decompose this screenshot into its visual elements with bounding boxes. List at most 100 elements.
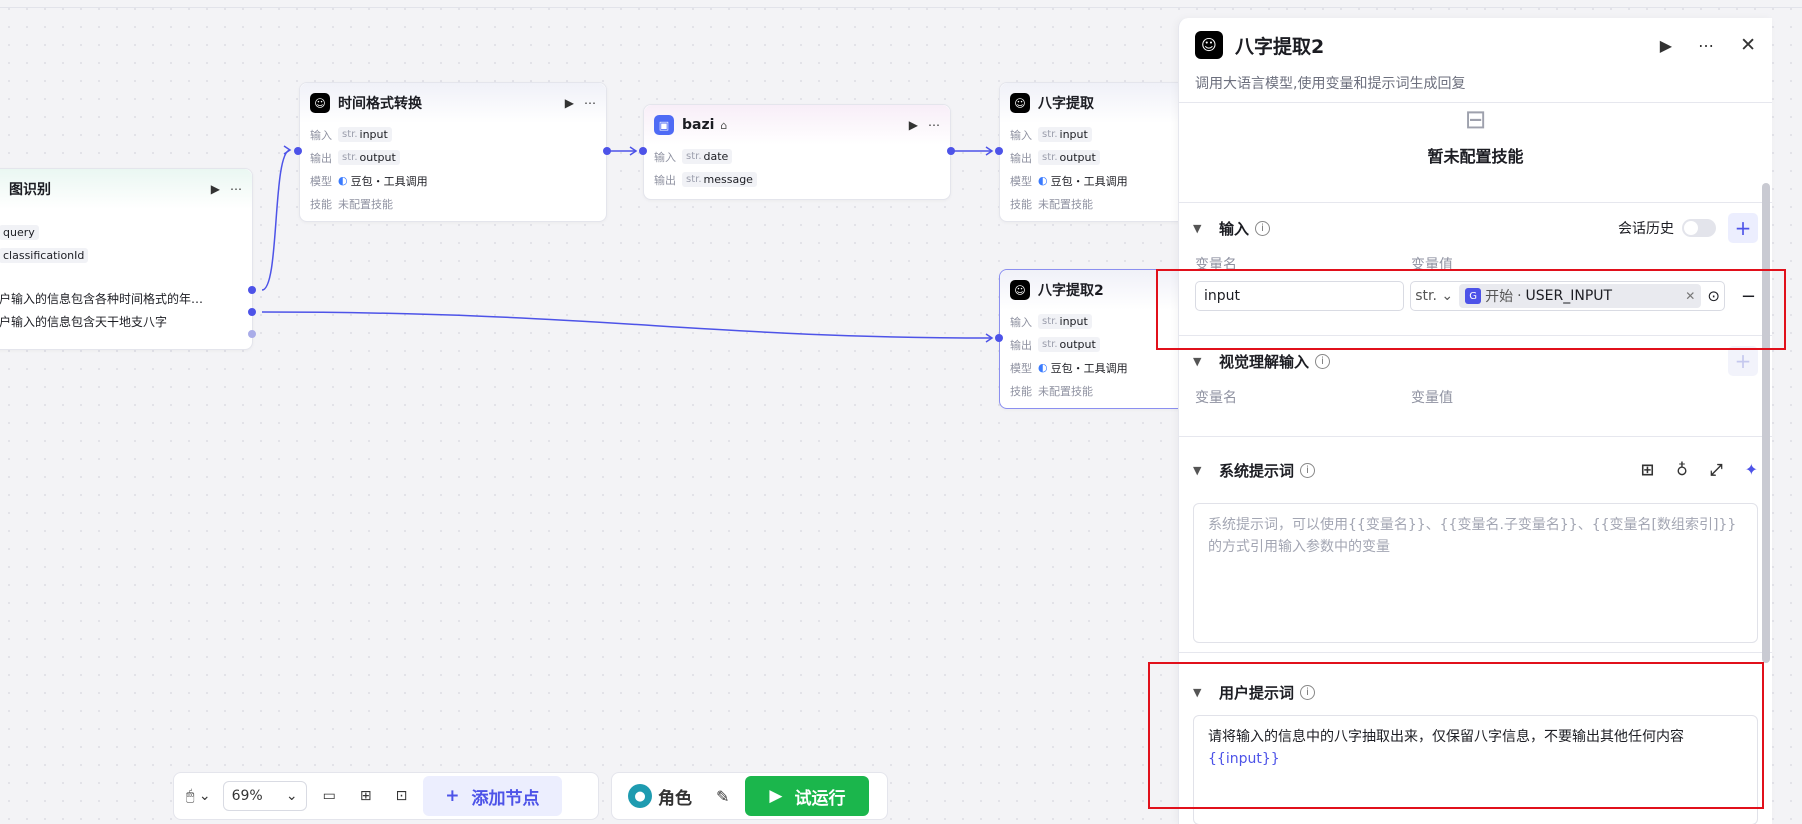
row-label: 输入	[1010, 315, 1032, 329]
test-run-button[interactable]: ▶ 试运行	[745, 776, 870, 816]
node-time-format[interactable]: ☺ 时间格式转换 ▶ ⋯ 输入 str. input 输出 str. output 模型…	[299, 82, 607, 222]
prompt-library-icon[interactable]: ⊞	[1641, 460, 1654, 480]
system-prompt-section: ▼ 系统提示词 i ⊞ ♁ ⤢ ✦ 系统提示词，可以使用{{变量名}}、{{变量…	[1179, 436, 1772, 652]
type-select[interactable]: str. ⌄	[1415, 288, 1453, 304]
bulb-icon[interactable]: ♁	[1676, 460, 1688, 480]
node-intent-input-1: query	[0, 225, 39, 240]
chevron-down-icon[interactable]: ▼	[1193, 355, 1207, 368]
layout-icon[interactable]: ⊞	[352, 779, 380, 813]
var-name-input[interactable]: input	[1195, 281, 1405, 311]
port-time-out[interactable]	[603, 147, 611, 155]
canvas-toolbar: 🖱 ⌄ 69% ⌄ ▭ ⊞ ⊡ + 添加节点	[173, 772, 599, 820]
row-label: 输入	[654, 150, 676, 164]
port-bazi-out[interactable]	[947, 147, 955, 155]
var-tag: str. output	[1038, 150, 1100, 165]
history-toggle[interactable]	[1682, 219, 1716, 237]
more-icon[interactable]: ⋯	[928, 118, 940, 132]
row-label: 模型	[310, 174, 332, 188]
node-extract-1[interactable]: ☺ 八字提取 输入 str. input 输出 str. output 模型 ◐ 豆包・工具…	[999, 82, 1199, 222]
row-label: 输入	[310, 128, 332, 142]
add-vision-input-button[interactable]: +	[1728, 346, 1758, 376]
row-label: 技能	[1010, 384, 1032, 398]
row-label: 输出	[1010, 338, 1032, 352]
var-tag: str. input	[1038, 127, 1092, 142]
run-icon[interactable]: ▶	[909, 118, 918, 132]
info-icon[interactable]: i	[1300, 462, 1316, 478]
expand-icon[interactable]: ⤢	[1710, 460, 1723, 480]
row-label: 输出	[310, 151, 332, 165]
info-icon[interactable]: i	[1315, 353, 1331, 369]
port-intent-out-1[interactable]	[248, 286, 256, 294]
user-prompt-section: ▼ 用户提示词 i 请将输入的信息中的八字抽取出来，仅保留八字信息，不要输出其他…	[1179, 652, 1772, 824]
node-intent-option-1: 户输入的信息包含各种时间格式的年…	[0, 292, 204, 306]
info-icon[interactable]: i	[1255, 220, 1271, 236]
col-var-value: 变量值	[1411, 257, 1453, 273]
chevron-down-icon[interactable]: ▼	[1193, 222, 1207, 235]
col-var-name: 变量名	[1195, 390, 1237, 406]
node-bazi[interactable]: ▣ bazi ⌂ ▶ ⋯ 输入 str. date 输出 str. message	[643, 104, 951, 200]
port-time-in[interactable]	[294, 147, 302, 155]
col-var-name: 变量名	[1195, 257, 1237, 273]
port-intent-out-2[interactable]	[248, 308, 256, 316]
node-intent-option-2: 户输入的信息包含天干地支八字	[0, 315, 168, 329]
system-prompt-input[interactable]: 系统提示词，可以使用{{变量名}}、{{变量名.子变量名}}、{{变量名[数组索…	[1193, 503, 1758, 643]
variable-picker-icon[interactable]: ⊙	[1707, 287, 1720, 305]
row-label: 模型	[1010, 361, 1032, 375]
close-icon[interactable]: ✕	[1740, 34, 1756, 56]
node-intent[interactable]: 图识别 ▶ ⋯ query classificationId 户输入的信息包含各…	[0, 168, 253, 350]
minimap-icon[interactable]: ⊡	[388, 779, 416, 813]
chevron-down-icon[interactable]: ▼	[1193, 686, 1207, 699]
node-intent-title: 图识别	[9, 182, 51, 198]
var-tag: str. output	[338, 150, 400, 165]
row-label: 技能	[310, 197, 332, 211]
ai-magic-icon[interactable]: ✦	[1745, 460, 1758, 480]
run-icon[interactable]: ▶	[565, 96, 574, 110]
llm-icon: ☺	[1195, 31, 1223, 59]
var-tag: str. output	[1038, 337, 1100, 352]
panel-title: 八字提取2	[1235, 35, 1325, 58]
top-divider	[0, 7, 1802, 8]
start-node-icon: G	[1465, 288, 1482, 304]
model-icon: ◐	[1038, 174, 1048, 187]
port-extract2-in[interactable]	[995, 334, 1003, 342]
row-label: 技能	[1010, 197, 1032, 211]
skills-section: ⊟ 暂未配置技能	[1179, 102, 1772, 202]
chevron-down-icon[interactable]: ▼	[1193, 464, 1207, 477]
input-section: ▼ 输入 i 会话历史 + 变量名 变量值 input str. ⌄ G 开始 …	[1179, 202, 1772, 335]
node-intent-input-2: classificationId	[0, 248, 89, 263]
port-extract1-in[interactable]	[995, 147, 1003, 155]
llm-icon: ☺	[1010, 280, 1030, 300]
more-icon[interactable]: ⋯	[584, 96, 596, 110]
col-var-value: 变量值	[1411, 390, 1453, 406]
mouse-mode-icon[interactable]: 🖱 ⌄	[182, 779, 215, 813]
user-prompt-title: 用户提示词	[1219, 683, 1295, 702]
user-prompt-input[interactable]: 请将输入的信息中的八字抽取出来，仅保留八字信息，不要输出其他任何内容 {{inp…	[1193, 715, 1758, 824]
run-icon[interactable]: ▶	[211, 182, 220, 196]
comment-icon[interactable]: ▭	[315, 779, 344, 813]
more-icon[interactable]: ⋯	[1698, 36, 1714, 55]
port-bazi-in[interactable]	[639, 147, 647, 155]
zoom-select[interactable]: 69% ⌄	[222, 781, 307, 811]
var-value-field[interactable]: str. ⌄ G 开始 · USER_INPUT ✕ ⊙	[1410, 281, 1725, 311]
panel-scrollbar[interactable]	[1762, 183, 1770, 663]
info-icon[interactable]: i	[1300, 684, 1316, 700]
row-label: 输入	[1010, 128, 1032, 142]
node-config-panel: ☺ 八字提取2 ▶ ⋯ ✕ 调用大语言模型,使用变量和提示词生成回复 ⊟ 暂未配…	[1178, 18, 1772, 824]
llm-icon: ☺	[310, 93, 330, 113]
more-icon[interactable]: ⋯	[230, 182, 242, 196]
port-intent-out-3[interactable]	[248, 330, 256, 338]
wrench-icon[interactable]: ✎	[708, 779, 737, 813]
skill-value: 未配置技能	[1038, 197, 1093, 211]
row-label: 输出	[654, 173, 676, 187]
remove-input-button[interactable]: −	[1741, 286, 1756, 307]
node-extract-2[interactable]: ☺ 八字提取2 输入 str. input 输出 str. output 模型 ◐ 豆包・工…	[999, 269, 1199, 409]
role-button[interactable]: ● 角色	[620, 779, 700, 813]
add-node-button[interactable]: + 添加节点	[423, 776, 562, 816]
run-icon[interactable]: ▶	[1660, 36, 1672, 55]
model-icon: ◐	[338, 174, 348, 187]
add-input-button[interactable]: +	[1728, 213, 1758, 243]
row-label: 输出	[1010, 151, 1032, 165]
skills-empty-text: 暂未配置技能	[1427, 147, 1524, 166]
clear-icon[interactable]: ✕	[1685, 289, 1695, 303]
input-section-title: 输入	[1219, 219, 1250, 238]
